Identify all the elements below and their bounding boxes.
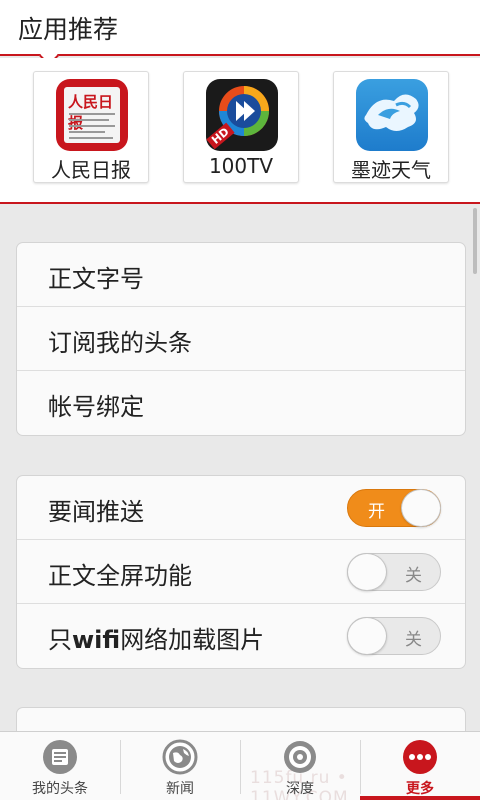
newspaper-icon — [42, 739, 78, 775]
setting-label: 正文全屏功能 — [48, 562, 192, 590]
bottom-nav: 我的头条 新闻 115fu.ru • 11WY.COM 深度 更多 — [0, 731, 480, 800]
toggle-state-label: 开 — [368, 502, 385, 522]
setting-fullscreen: 正文全屏功能 关 — [17, 540, 465, 604]
moji-weather-icon — [356, 79, 428, 151]
wifi-images-toggle[interactable]: 关 — [347, 617, 441, 655]
scrollbar[interactable] — [473, 208, 477, 274]
toggle-state-label: 关 — [405, 566, 422, 586]
app-people-daily[interactable]: 人民日报 人民日报 — [33, 71, 149, 183]
settings-group-general: 正文字号 订阅我的头条 帐号绑定 — [16, 242, 466, 436]
tab-label: 更多 — [406, 781, 434, 797]
toggle-knob — [347, 617, 387, 655]
setting-label: 订阅我的头条 — [48, 329, 192, 357]
app-label: 100TV — [208, 154, 274, 178]
header: 应用推荐 — [0, 0, 480, 66]
setting-wifi-images: 只wifi网络加载图片 关 — [17, 604, 465, 668]
target-icon — [282, 739, 318, 775]
tab-news[interactable]: 新闻 115fu.ru • 11WY.COM — [120, 732, 348, 800]
tab-my-headlines[interactable]: 我的头条 — [0, 732, 120, 800]
toggle-knob — [347, 553, 387, 591]
setting-label: 只wifi网络加载图片 — [48, 626, 265, 654]
news-push-toggle[interactable]: 开 — [347, 489, 441, 527]
setting-label: 正文字号 — [48, 265, 144, 293]
setting-account-binding[interactable]: 帐号绑定 — [17, 371, 465, 435]
tab-label: 我的头条 — [32, 781, 88, 797]
setting-subscribe[interactable]: 订阅我的头条 — [17, 307, 465, 371]
tab-label: 深度 — [286, 781, 314, 797]
app-100tv[interactable]: HD 100TV — [183, 71, 299, 183]
app-moji-weather[interactable]: 墨迹天气 — [333, 71, 449, 183]
app-label: 墨迹天气 — [351, 158, 431, 182]
app-label: 人民日报 — [51, 158, 131, 182]
setting-font-size[interactable]: 正文字号 — [17, 243, 465, 307]
toggle-knob — [401, 489, 441, 527]
toggle-state-label: 关 — [405, 630, 422, 650]
setting-label: 帐号绑定 — [48, 393, 144, 421]
app-recommend-strip: 人民日报 人民日报 HD 100TV 墨迹天气 — [0, 58, 480, 204]
globe-icon — [162, 739, 198, 775]
tab-depth[interactable]: 深度 — [240, 732, 360, 800]
more-dots-icon — [402, 739, 438, 775]
tab-label: 新闻 — [166, 781, 194, 797]
fullscreen-toggle[interactable]: 关 — [347, 553, 441, 591]
setting-label: 要闻推送 — [48, 498, 144, 526]
people-daily-icon: 人民日报 — [56, 79, 128, 151]
tab-more[interactable]: 更多 — [360, 732, 480, 800]
100tv-icon: HD — [206, 79, 278, 151]
settings-group-toggles: 要闻推送 开 正文全屏功能 关 只wifi网络加载图片 关 — [16, 475, 466, 669]
setting-news-push: 要闻推送 开 — [17, 476, 465, 540]
page-title: 应用推荐 — [18, 15, 119, 44]
